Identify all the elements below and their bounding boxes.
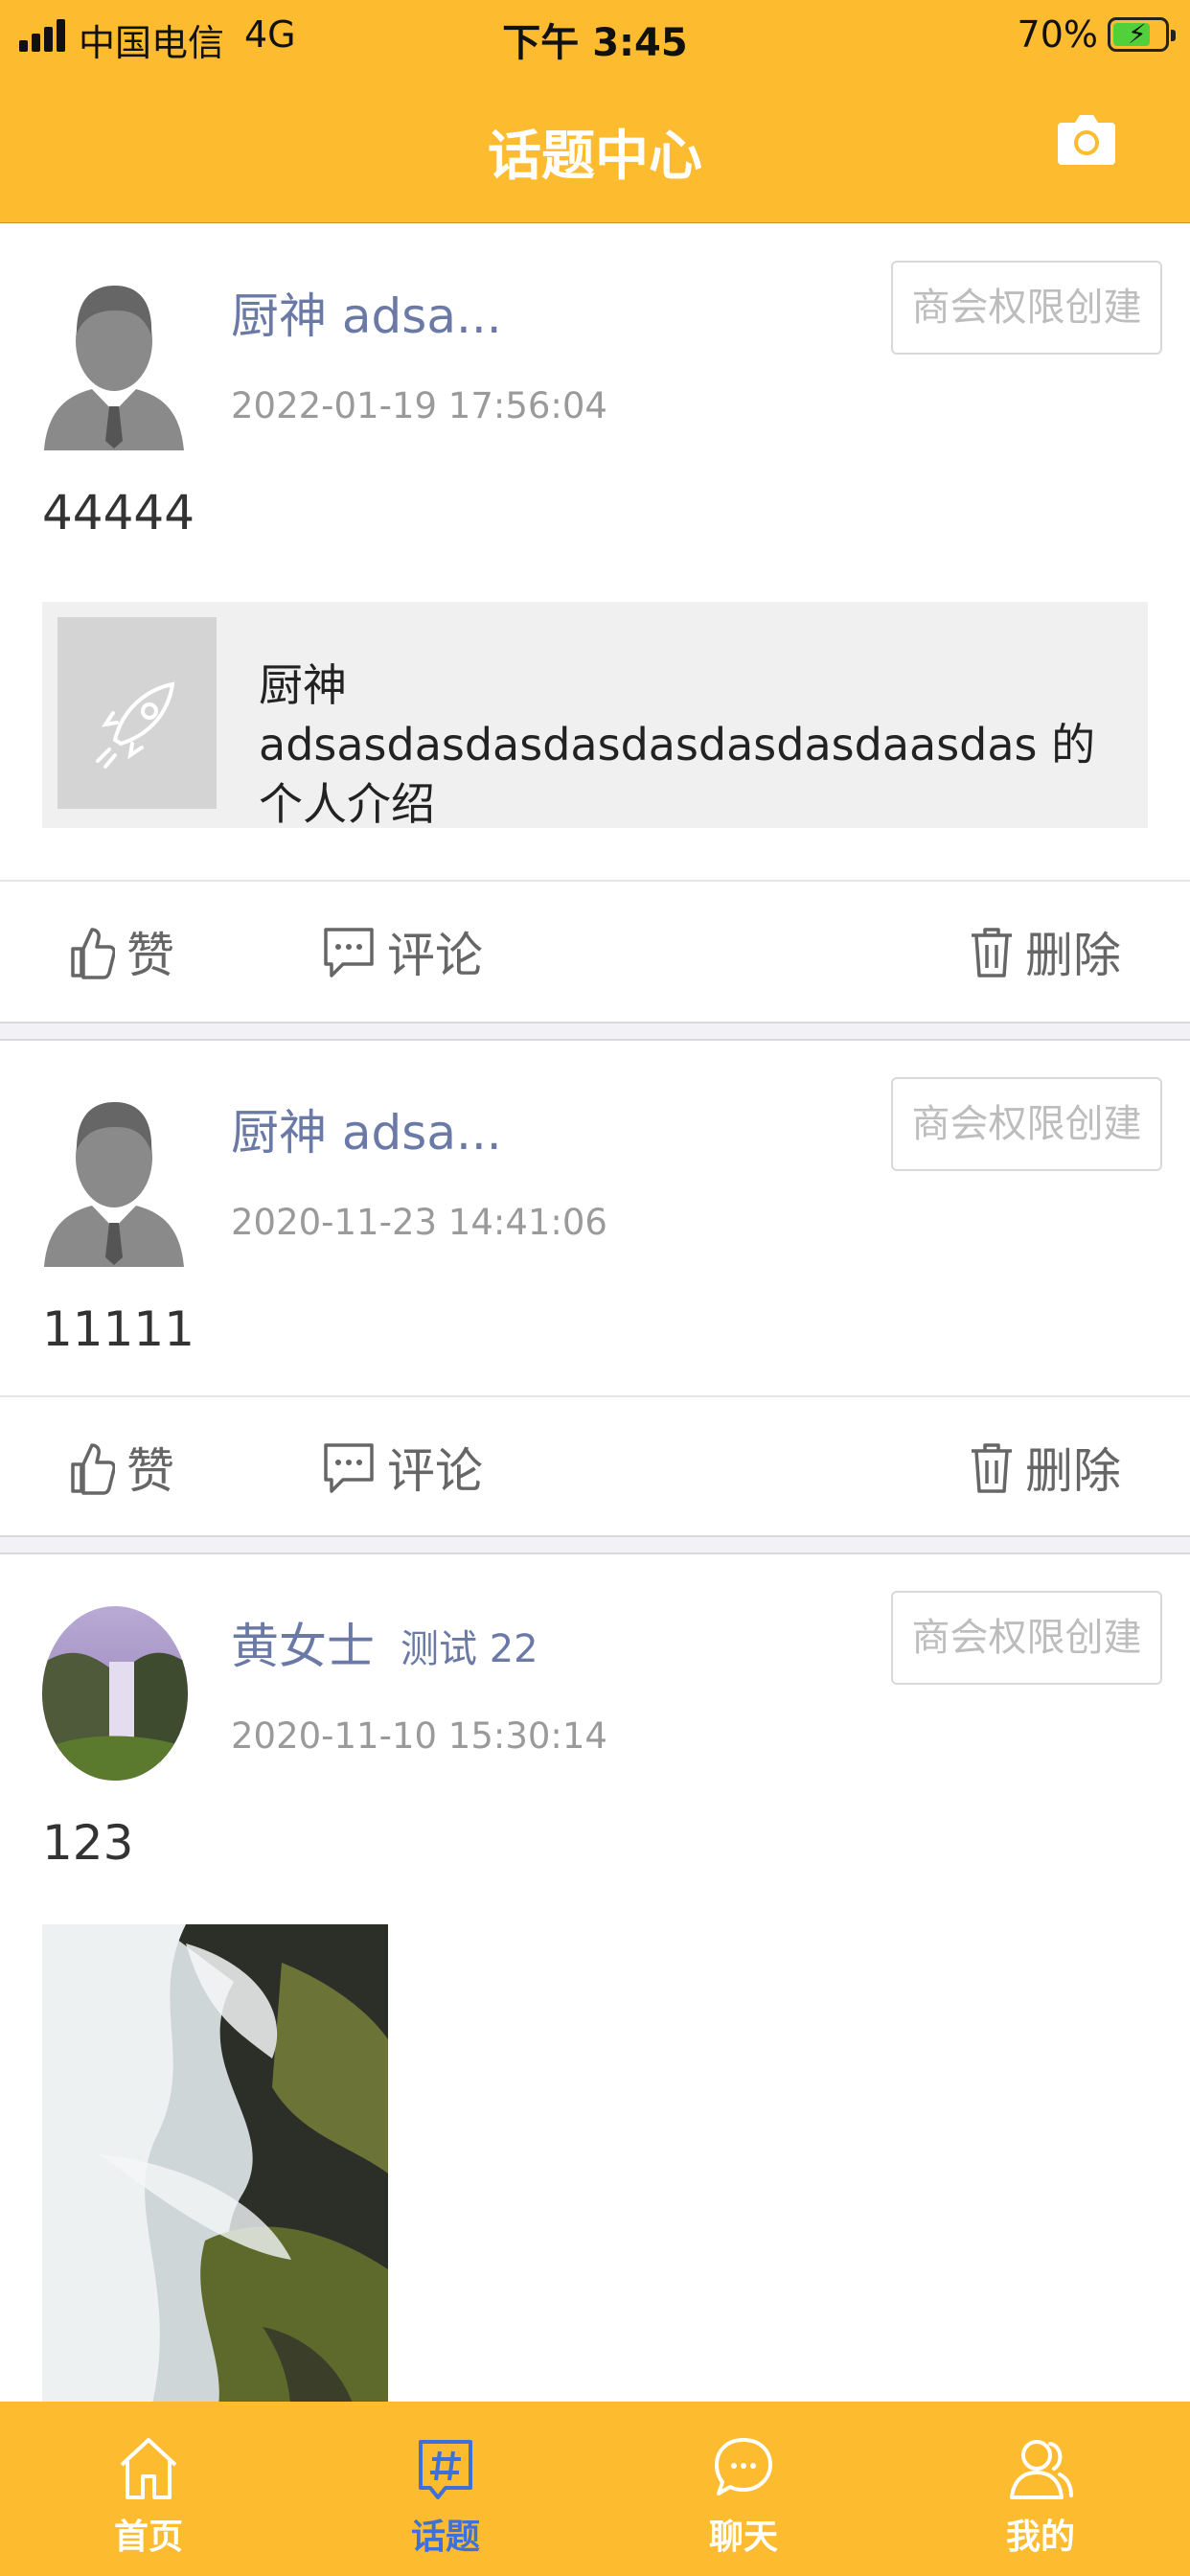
tab-bar: 首页 话题 聊天 我的 <box>0 2402 1190 2576</box>
topic-feed[interactable]: 厨神 adsa... 2022-01-19 17:56:04 商会权限创建 44… <box>0 224 1190 2402</box>
share-thumbnail <box>57 617 217 809</box>
like-label: 赞 <box>126 928 174 983</box>
thumbs-up-icon <box>71 928 115 979</box>
rocket-icon <box>96 681 175 769</box>
trash-icon <box>972 928 1012 978</box>
post-divider <box>0 1535 1190 1554</box>
delete-button[interactable]: 删除 <box>970 1397 1121 1537</box>
camera-icon[interactable] <box>1054 105 1119 171</box>
post-content: 44444 <box>42 485 195 540</box>
post-content: 123 <box>42 1815 134 1871</box>
battery-icon: ⚡ <box>1108 17 1176 52</box>
trash-icon <box>972 1443 1012 1493</box>
post-card: 黄女士 测试 22 2020-11-10 15:30:14 商会权限创建 123 <box>0 1554 1190 2402</box>
page-title: 话题中心 <box>488 126 702 188</box>
hashtag-icon <box>419 2440 472 2499</box>
delete-label: 删除 <box>1025 928 1121 983</box>
tab-chat[interactable]: 聊天 <box>629 2402 858 2576</box>
user-icon <box>1010 2440 1073 2499</box>
like-button[interactable]: 赞 <box>69 882 174 1022</box>
post-time: 2022-01-19 17:56:04 <box>231 385 607 426</box>
thumbs-up-icon <box>71 1443 115 1495</box>
tab-mine[interactable]: 我的 <box>926 2402 1156 2576</box>
post-time: 2020-11-23 14:41:06 <box>231 1202 607 1243</box>
author-name[interactable]: 厨神 adsa... <box>231 278 502 347</box>
post-content: 11111 <box>42 1301 195 1357</box>
default-avatar-icon <box>44 286 184 450</box>
like-button[interactable]: 赞 <box>69 1397 174 1537</box>
chat-bubble-icon <box>715 2438 772 2496</box>
tab-topics[interactable]: 话题 <box>331 2402 561 2576</box>
post-card: 厨神 adsa... 2022-01-19 17:56:04 商会权限创建 44… <box>0 224 1190 1022</box>
comment-icon <box>324 1443 374 1493</box>
home-icon <box>120 2438 177 2499</box>
chamber-permission-button[interactable]: 商会权限创建 <box>891 1077 1162 1171</box>
delete-label: 删除 <box>1025 1443 1121 1499</box>
chamber-permission-button[interactable]: 商会权限创建 <box>891 261 1162 355</box>
tab-home[interactable]: 首页 <box>34 2402 263 2576</box>
author-name[interactable]: 黄女士 <box>231 1608 375 1677</box>
status-bar: 中国电信 4G 下午 3:45 70% ⚡ <box>0 0 1190 73</box>
author-name[interactable]: 厨神 adsa... <box>231 1094 502 1163</box>
comment-label: 评论 <box>387 1443 483 1499</box>
post-time: 2020-11-10 15:30:14 <box>231 1715 607 1757</box>
post-actions: 赞 评论 删除 <box>0 1395 1190 1535</box>
tab-label: 聊天 <box>708 2518 778 2557</box>
like-label: 赞 <box>126 1443 174 1499</box>
top-bar: 中国电信 4G 下午 3:45 70% ⚡ 话题中心 <box>0 0 1190 223</box>
user-avatar[interactable] <box>42 1606 188 1781</box>
comment-label: 评论 <box>387 928 483 983</box>
post-image[interactable] <box>42 1924 388 2402</box>
comment-icon <box>324 928 374 978</box>
battery-percent: 70% <box>1017 13 1098 56</box>
delete-button[interactable]: 删除 <box>970 882 1121 1022</box>
tab-label: 话题 <box>410 2518 480 2557</box>
tab-label: 我的 <box>1005 2518 1075 2557</box>
post-card: 厨神 adsa... 2020-11-23 14:41:06 商会权限创建 11… <box>0 1041 1190 1535</box>
author-tagline: 测试 22 <box>400 1627 538 1671</box>
default-avatar-icon <box>44 1102 184 1267</box>
status-time: 下午 3:45 <box>502 21 688 65</box>
chamber-permission-button[interactable]: 商会权限创建 <box>891 1591 1162 1685</box>
share-title: 厨神 adsasdasdasdasdasdasdasdaasdas 的个人介绍 <box>259 659 1096 830</box>
shared-link-card[interactable]: 厨神 adsasdasdasdasdasdasdasdaasdas 的个人介绍 <box>42 602 1148 830</box>
post-actions: 赞 评论 删除 <box>0 880 1190 1020</box>
post-divider <box>0 1022 1190 1041</box>
tab-label: 首页 <box>113 2518 183 2557</box>
comment-button[interactable]: 评论 <box>322 882 483 1022</box>
comment-button[interactable]: 评论 <box>322 1397 483 1537</box>
